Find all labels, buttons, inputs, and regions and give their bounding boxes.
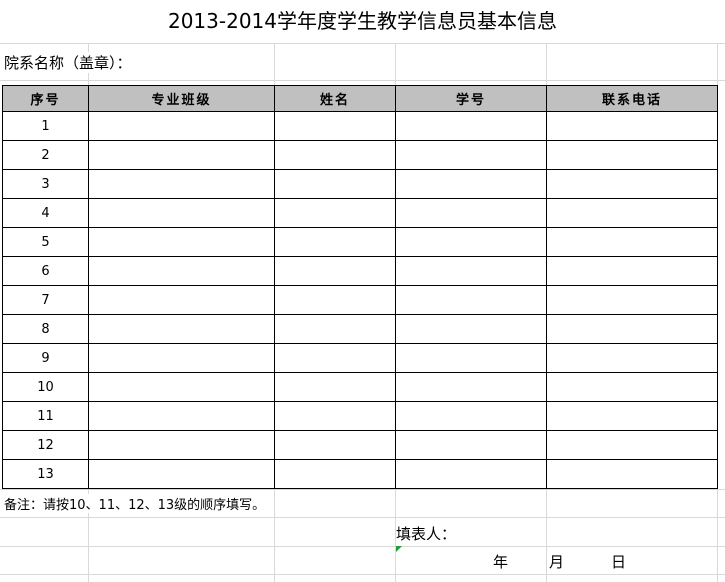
- department-label: 院系名称（盖章）：: [4, 52, 132, 73]
- cell-student-id[interactable]: [395, 256, 547, 286]
- table-row: 6: [2, 256, 718, 286]
- cell-phone[interactable]: [546, 285, 718, 315]
- cell-class[interactable]: [88, 285, 275, 315]
- cell-phone[interactable]: [546, 227, 718, 257]
- table-row: 11: [2, 401, 718, 431]
- header-class: 专业班级: [88, 85, 275, 112]
- cell-phone[interactable]: [546, 430, 718, 460]
- cell-class[interactable]: [88, 372, 275, 402]
- table-row: 12: [2, 430, 718, 460]
- header-student-id: 学号: [395, 85, 547, 112]
- cell-class[interactable]: [88, 140, 275, 170]
- cell-phone[interactable]: [546, 198, 718, 228]
- cell-student-id[interactable]: [395, 430, 547, 460]
- table-row: 3: [2, 169, 718, 199]
- note-text: 备注：请按10、11、12、13级的顺序填写。: [4, 494, 266, 513]
- table-row: 8: [2, 314, 718, 344]
- cell-phone[interactable]: [546, 140, 718, 170]
- cell-student-id[interactable]: [395, 169, 547, 199]
- cell-class[interactable]: [88, 111, 275, 141]
- cell-student-id[interactable]: [395, 401, 547, 431]
- header-phone: 联系电话: [546, 85, 718, 112]
- cell-class[interactable]: [88, 198, 275, 228]
- cell-name[interactable]: [274, 256, 396, 286]
- cell-name[interactable]: [274, 111, 396, 141]
- cell-index: 1: [2, 111, 89, 141]
- table-row: 4: [2, 198, 718, 228]
- cell-phone[interactable]: [546, 169, 718, 199]
- cell-class[interactable]: [88, 459, 275, 489]
- cell-name[interactable]: [274, 459, 396, 489]
- cell-student-id[interactable]: [395, 198, 547, 228]
- cell-phone[interactable]: [546, 459, 718, 489]
- info-table: 序号 专业班级 姓名 学号 联系电话 1 2 3 4 5 6 7 8 9 10 11 12 13: [2, 85, 718, 489]
- cell-class[interactable]: [88, 401, 275, 431]
- cell-index: 11: [2, 401, 89, 431]
- date-day-label: 日: [611, 551, 627, 572]
- header-name: 姓名: [274, 85, 396, 112]
- cell-class[interactable]: [88, 430, 275, 460]
- cell-student-id[interactable]: [395, 314, 547, 344]
- cell-student-id[interactable]: [395, 459, 547, 489]
- table-row: 5: [2, 227, 718, 257]
- cell-name[interactable]: [274, 372, 396, 402]
- cell-index: 12: [2, 430, 89, 460]
- cell-index: 5: [2, 227, 89, 257]
- cell-name[interactable]: [274, 198, 396, 228]
- cell-class[interactable]: [88, 256, 275, 286]
- cell-name[interactable]: [274, 343, 396, 373]
- cell-student-id[interactable]: [395, 372, 547, 402]
- cell-student-id[interactable]: [395, 140, 547, 170]
- table-row: 7: [2, 285, 718, 315]
- table-row: 13: [2, 459, 718, 489]
- cell-name[interactable]: [274, 169, 396, 199]
- cell-name[interactable]: [274, 285, 396, 315]
- cell-index: 3: [2, 169, 89, 199]
- cell-index: 9: [2, 343, 89, 373]
- table-row: 2: [2, 140, 718, 170]
- table-row: 1: [2, 111, 718, 141]
- cell-student-id[interactable]: [395, 343, 547, 373]
- cell-comment-marker: [396, 546, 402, 552]
- cell-index: 13: [2, 459, 89, 489]
- cell-index: 6: [2, 256, 89, 286]
- cell-name[interactable]: [274, 430, 396, 460]
- date-month-label: 月: [549, 551, 565, 572]
- cell-index: 4: [2, 198, 89, 228]
- cell-student-id[interactable]: [395, 285, 547, 315]
- filler-label: 填表人：: [396, 523, 457, 544]
- cell-phone[interactable]: [546, 372, 718, 402]
- page-title: 2013-2014学年度学生教学信息员基本信息: [0, 0, 725, 43]
- cell-phone[interactable]: [546, 343, 718, 373]
- cell-class[interactable]: [88, 314, 275, 344]
- cell-name[interactable]: [274, 140, 396, 170]
- date-year-label: 年: [493, 551, 509, 572]
- table-header-row: 序号 专业班级 姓名 学号 联系电话: [2, 85, 718, 112]
- header-index: 序号: [2, 85, 89, 112]
- cell-phone[interactable]: [546, 314, 718, 344]
- cell-name[interactable]: [274, 227, 396, 257]
- cell-phone[interactable]: [546, 256, 718, 286]
- cell-student-id[interactable]: [395, 111, 547, 141]
- cell-name[interactable]: [274, 314, 396, 344]
- cell-name[interactable]: [274, 401, 396, 431]
- cell-index: 10: [2, 372, 89, 402]
- cell-index: 2: [2, 140, 89, 170]
- cell-class[interactable]: [88, 169, 275, 199]
- cell-class[interactable]: [88, 343, 275, 373]
- table-row: 9: [2, 343, 718, 373]
- cell-index: 7: [2, 285, 89, 315]
- cell-class[interactable]: [88, 227, 275, 257]
- table-row: 10: [2, 372, 718, 402]
- cell-phone[interactable]: [546, 401, 718, 431]
- cell-phone[interactable]: [546, 111, 718, 141]
- cell-student-id[interactable]: [395, 227, 547, 257]
- cell-index: 8: [2, 314, 89, 344]
